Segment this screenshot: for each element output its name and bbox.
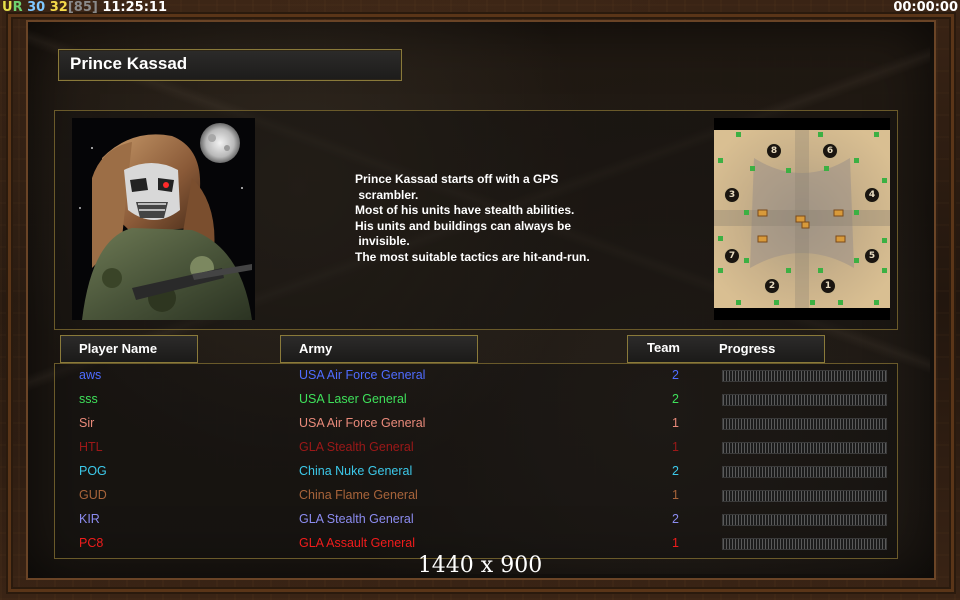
player-army: USA Air Force General: [299, 416, 426, 430]
player-army: USA Laser General: [299, 392, 407, 406]
player-army: GLA Stealth General: [299, 440, 414, 454]
minimap: 8 6 3 4 7 5 2 1: [714, 118, 890, 320]
portrait-image: [72, 118, 255, 320]
general-title-box: Prince Kassad: [58, 49, 402, 81]
description-line: The most suitable tactics are hit-and-ru…: [355, 249, 590, 264]
column-header-player-name: Player Name: [60, 335, 198, 363]
player-team: 1: [672, 536, 679, 550]
general-portrait: [72, 118, 255, 320]
system-clock: 11:25:11: [102, 0, 168, 15]
progress-bar: [722, 442, 887, 454]
player-army: China Flame General: [299, 488, 418, 502]
resolution-overlay: 1440 x 900: [417, 553, 543, 578]
player-team: 2: [672, 464, 679, 478]
column-label-progress: Progress: [719, 341, 776, 356]
description-line: Most of his units have stealth abilities…: [355, 203, 575, 218]
player-name: HTL: [79, 440, 103, 454]
start-position-marker: 2: [764, 278, 780, 294]
player-army: GLA Assault General: [299, 536, 416, 550]
progress-bar: [722, 394, 887, 406]
description-line: Prince Kassad starts off with a GPS: [355, 172, 559, 186]
player-row: KIR GLA Stealth General 2: [55, 509, 897, 533]
minimap-image: [714, 130, 890, 308]
player-name: POG: [79, 464, 107, 478]
player-team: 1: [672, 416, 679, 430]
player-row: sss USA Laser General 2: [55, 389, 897, 413]
progress-bar: [722, 370, 887, 382]
player-team: 2: [672, 512, 679, 526]
progress-bar: [722, 514, 887, 526]
player-army: GLA Stealth General: [299, 512, 414, 526]
player-team: 1: [672, 440, 679, 454]
game-timer: 00:00:00: [893, 0, 958, 15]
progress-bar: [722, 418, 887, 430]
hud-r: R: [12, 0, 23, 15]
ping-counter: 32: [49, 0, 68, 15]
general-name: Prince Kassad: [70, 54, 188, 73]
start-position-marker: 7: [724, 248, 740, 264]
start-position-marker: 5: [864, 248, 880, 264]
fps-counter: 30: [27, 0, 46, 15]
hud-u: U: [2, 0, 13, 15]
player-name: sss: [79, 392, 98, 406]
ping-bracket: [85]: [67, 0, 98, 15]
player-name: Sir: [79, 416, 95, 430]
player-row: aws USA Air Force General 2: [55, 365, 897, 389]
progress-bar: [722, 466, 887, 478]
column-label-player-name: Player Name: [79, 341, 158, 356]
start-position-marker: 3: [724, 187, 740, 203]
progress-bar: [722, 538, 887, 550]
description-line: invisible.: [355, 234, 410, 249]
start-position-marker: 4: [864, 187, 880, 203]
player-name: KIR: [79, 512, 100, 526]
player-row: POG China Nuke General 2: [55, 461, 897, 485]
player-army: USA Air Force General: [299, 368, 426, 382]
player-army: China Nuke General: [299, 464, 413, 478]
description-line: His units and buildings can always be: [355, 218, 572, 233]
column-label-team: Team: [647, 340, 680, 355]
player-row: HTL GLA Stealth General 1: [55, 437, 897, 461]
column-label-army: Army: [299, 341, 333, 356]
description-line: scrambler.: [355, 187, 419, 202]
player-team: 2: [672, 392, 679, 406]
general-description: Prince Kassad starts off with a GPS scra…: [355, 172, 675, 266]
player-name: PC8: [79, 536, 104, 550]
column-header-army: Army: [280, 335, 478, 363]
start-position-marker: 6: [822, 143, 838, 159]
player-row: Sir USA Air Force General 1: [55, 413, 897, 437]
player-row: GUD China Flame General 1: [55, 485, 897, 509]
progress-bar: [722, 490, 887, 502]
player-team: 1: [672, 488, 679, 502]
hud-stats: UR 30 32[85] 11:25:11: [2, 0, 167, 16]
player-name: aws: [79, 368, 102, 382]
start-position-marker: 1: [820, 278, 836, 294]
player-team: 2: [672, 368, 679, 382]
player-name: GUD: [79, 488, 107, 502]
start-position-marker: 8: [766, 143, 782, 159]
column-header-team-progress: Team Progress: [627, 335, 825, 363]
player-list: aws USA Air Force General 2 sss USA Laser Ge…: [54, 363, 898, 559]
